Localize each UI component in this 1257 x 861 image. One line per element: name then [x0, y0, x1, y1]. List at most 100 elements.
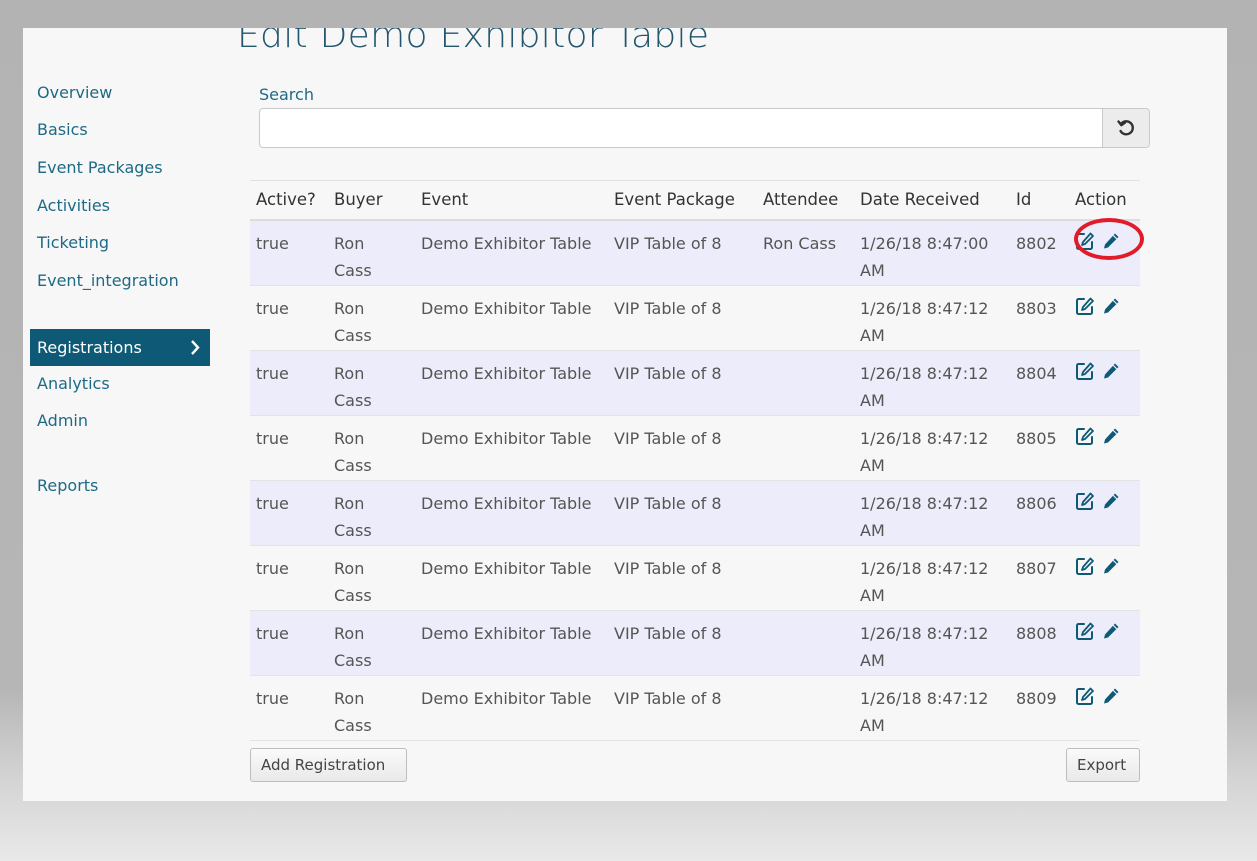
- cell-buyer: Ron Cass: [334, 234, 372, 280]
- cell-event: Demo Exhibitor Table: [421, 364, 592, 383]
- table-row: true Ron Cass Demo Exhibitor Table VIP Tabl…: [250, 481, 1140, 546]
- cell-date-received: 1/26/18 8:47:12 AM: [860, 689, 989, 735]
- cell-buyer: Ron Cass: [334, 429, 372, 475]
- edit-square-icon[interactable]: [1075, 556, 1095, 576]
- sidebar-item-activities[interactable]: Activities: [30, 189, 210, 223]
- pencil-icon[interactable]: [1101, 426, 1121, 446]
- cell-event: Demo Exhibitor Table: [421, 429, 592, 448]
- cell-id: 8803: [1016, 299, 1057, 318]
- pencil-icon[interactable]: [1101, 556, 1121, 576]
- add-registration-button[interactable]: Add Registration: [250, 748, 407, 782]
- edit-square-icon[interactable]: [1075, 426, 1095, 446]
- cell-event-package: VIP Table of 8: [614, 559, 722, 578]
- cell-event: Demo Exhibitor Table: [421, 689, 592, 708]
- cell-date-received: 1/26/18 8:47:00 AM: [860, 234, 989, 280]
- sidebar-item-overview[interactable]: Overview: [30, 76, 210, 110]
- pencil-icon[interactable]: [1101, 491, 1121, 511]
- edit-square-icon[interactable]: [1075, 296, 1095, 316]
- cell-action: [1075, 621, 1135, 648]
- header-event[interactable]: Event: [421, 190, 468, 209]
- sidebar-item-basics[interactable]: Basics: [30, 113, 210, 147]
- highlight-annotation: [1074, 218, 1144, 260]
- sidebar-item-event-packages[interactable]: Event Packages: [30, 151, 210, 185]
- cell-action: [1075, 361, 1135, 388]
- cell-event-package: VIP Table of 8: [614, 689, 722, 708]
- cell-date-received: 1/26/18 8:47:12 AM: [860, 559, 989, 605]
- cell-event: Demo Exhibitor Table: [421, 494, 592, 513]
- search-input[interactable]: [260, 109, 1102, 147]
- edit-square-icon[interactable]: [1075, 686, 1095, 706]
- cell-active: true: [256, 429, 289, 448]
- cell-action: [1075, 296, 1135, 323]
- cell-event: Demo Exhibitor Table: [421, 624, 592, 643]
- cell-id: 8802: [1016, 234, 1057, 253]
- cell-event-package: VIP Table of 8: [614, 364, 722, 383]
- cell-buyer: Ron Cass: [334, 624, 372, 670]
- header-id[interactable]: Id: [1016, 190, 1031, 209]
- cell-active: true: [256, 299, 289, 318]
- cell-id: 8806: [1016, 494, 1057, 513]
- edit-square-icon[interactable]: [1075, 491, 1095, 511]
- cell-action: [1075, 426, 1135, 453]
- cell-buyer: Ron Cass: [334, 364, 372, 410]
- table-row: true Ron Cass Demo Exhibitor Table VIP Tabl…: [250, 611, 1140, 676]
- cell-action: [1075, 556, 1135, 583]
- cell-event-package: VIP Table of 8: [614, 234, 722, 253]
- cell-date-received: 1/26/18 8:47:12 AM: [860, 494, 989, 540]
- sidebar-item-ticketing[interactable]: Ticketing: [30, 226, 210, 260]
- cell-date-received: 1/26/18 8:47:12 AM: [860, 364, 989, 410]
- cell-buyer: Ron Cass: [334, 689, 372, 735]
- cell-buyer: Ron Cass: [334, 299, 372, 345]
- table-row: true Ron Cass Demo Exhibitor Table VIP Tabl…: [250, 286, 1140, 351]
- table-body: true Ron Cass Demo Exhibitor Table VIP Tabl…: [250, 221, 1140, 741]
- pencil-icon[interactable]: [1101, 621, 1121, 641]
- header-attendee[interactable]: Attendee: [763, 190, 838, 209]
- sidebar-item-admin[interactable]: Admin: [30, 404, 210, 438]
- cell-id: 8805: [1016, 429, 1057, 448]
- sidebar-item-label: Registrations: [37, 338, 142, 357]
- cell-event-package: VIP Table of 8: [614, 624, 722, 643]
- header-action: Action: [1075, 190, 1127, 209]
- header-buyer[interactable]: Buyer: [334, 190, 382, 209]
- table-row: true Ron Cass Demo Exhibitor Table VIP Tabl…: [250, 416, 1140, 481]
- cell-event: Demo Exhibitor Table: [421, 299, 592, 318]
- header-date-received[interactable]: Date Received: [860, 190, 980, 209]
- cell-active: true: [256, 364, 289, 383]
- reset-search-button[interactable]: [1102, 109, 1149, 147]
- page-title: Edit Demo Exhibitor Table: [237, 28, 710, 56]
- cell-action: [1075, 491, 1135, 518]
- header-event-package[interactable]: Event Package: [614, 190, 735, 209]
- sidebar-item-event-integration[interactable]: Event_integration: [30, 264, 210, 298]
- search-group: [259, 108, 1150, 148]
- edit-square-icon[interactable]: [1075, 621, 1095, 641]
- search-label: Search: [259, 85, 314, 104]
- cell-event-package: VIP Table of 8: [614, 494, 722, 513]
- cell-date-received: 1/26/18 8:47:12 AM: [860, 429, 989, 475]
- cell-attendee: Ron Cass: [763, 234, 837, 253]
- table-row: true Ron Cass Demo Exhibitor Table VIP Tabl…: [250, 221, 1140, 286]
- cell-event-package: VIP Table of 8: [614, 429, 722, 448]
- cell-active: true: [256, 559, 289, 578]
- cell-date-received: 1/26/18 8:47:12 AM: [860, 624, 989, 670]
- cell-active: true: [256, 624, 289, 643]
- sidebar-item-analytics[interactable]: Analytics: [30, 367, 210, 401]
- cell-active: true: [256, 494, 289, 513]
- cell-event-package: VIP Table of 8: [614, 299, 722, 318]
- cell-event: Demo Exhibitor Table: [421, 559, 592, 578]
- cell-id: 8808: [1016, 624, 1057, 643]
- cell-event: Demo Exhibitor Table: [421, 234, 592, 253]
- cell-action: [1075, 686, 1135, 713]
- sidebar-item-registrations[interactable]: Registrations: [30, 329, 210, 366]
- sidebar-item-reports[interactable]: Reports: [30, 469, 210, 503]
- pencil-icon[interactable]: [1101, 361, 1121, 381]
- pencil-icon[interactable]: [1101, 686, 1121, 706]
- cell-active: true: [256, 234, 289, 253]
- cell-active: true: [256, 689, 289, 708]
- cell-buyer: Ron Cass: [334, 494, 372, 540]
- header-active[interactable]: Active?: [256, 190, 316, 209]
- edit-square-icon[interactable]: [1075, 361, 1095, 381]
- main-panel: Edit Demo Exhibitor Table Overview Basic…: [23, 28, 1227, 801]
- pencil-icon[interactable]: [1101, 296, 1121, 316]
- cell-date-received: 1/26/18 8:47:12 AM: [860, 299, 989, 345]
- export-button[interactable]: Export: [1066, 748, 1140, 782]
